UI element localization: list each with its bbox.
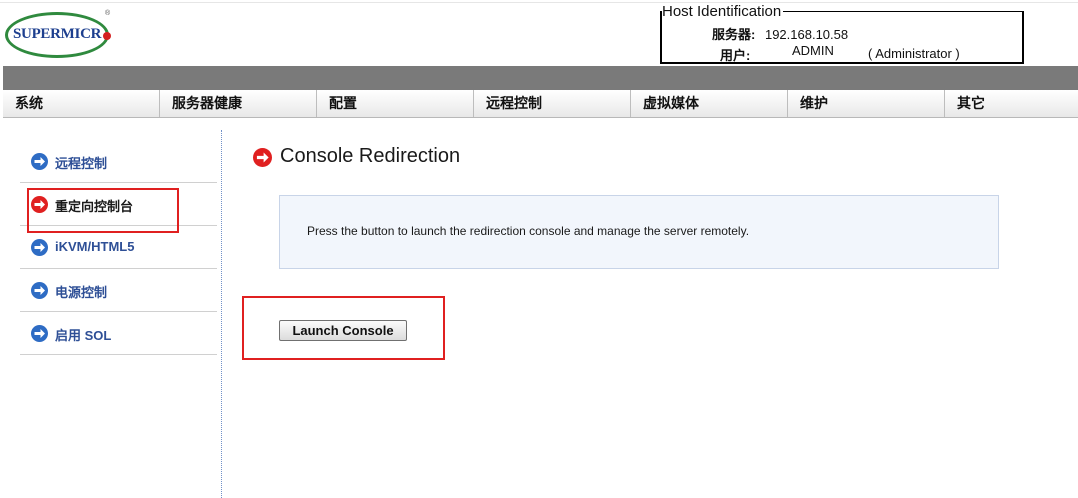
main-nav: 系统 服务器健康 配置 远程控制 虚拟媒体 维护 其它 [3,90,1078,118]
host-identification-title: Host Identification [662,3,784,20]
arrow-right-blue-icon [31,325,48,342]
nav-remote-control[interactable]: 远程控制 [474,90,631,117]
sidebar-item-label: 远程控制 [55,156,108,171]
arrow-right-blue-icon [31,282,48,299]
page-title: Console Redirection [280,145,461,167]
highlight-box-sidebar [27,188,179,233]
host-user-label-row: 用户: [720,45,750,64]
nav-virtual-media[interactable]: 虚拟媒体 [631,90,788,117]
nav-maintenance[interactable]: 维护 [788,90,945,117]
nav-server-health[interactable]: 服务器健康 [160,90,317,117]
info-panel: Press the button to launch the redirecti… [279,195,999,269]
user-label: 用户: [720,48,751,63]
nav-system[interactable]: 系统 [3,90,160,117]
user-role: ( Administrator ) [868,46,960,61]
server-value: 192.168.10.58 [764,27,849,42]
server-label: 服务器: [712,27,756,42]
arrow-right-red-icon [253,148,272,167]
sidebar-item-remote-control[interactable]: 远程控制 [20,140,217,183]
sidebar-item-label: iKVM/HTML5 [55,239,135,254]
sidebar-item-enable-sol[interactable]: 启用 SOL [20,312,217,355]
nav-configuration[interactable]: 配置 [317,90,474,117]
arrow-right-blue-icon [31,239,48,256]
info-text: Press the button to launch the redirecti… [307,224,750,238]
header-band [3,66,1078,90]
sidebar-item-power-control[interactable]: 电源控制 [20,269,217,312]
nav-miscellaneous[interactable]: 其它 [945,90,1078,117]
supermicro-logo: SUPERMICR ® [5,8,113,60]
sidebar: 远程控制 重定向控制台 iKVM/HTML5 电源控制 启用 SOL [20,140,217,355]
user-value: ADMIN [792,43,834,58]
host-server-row: 服务器: 192.168.10.58 [712,24,848,43]
logo-trademark: ® [105,10,111,17]
sidebar-item-label: 启用 SOL [55,328,112,343]
logo-dot [103,32,111,40]
launch-console-button[interactable]: Launch Console [279,320,407,341]
logo-text: SUPERMICR [13,26,102,42]
top-divider [0,2,1078,3]
arrow-right-blue-icon [31,153,48,170]
sidebar-divider [221,130,222,498]
sidebar-item-label: 电源控制 [55,285,108,300]
